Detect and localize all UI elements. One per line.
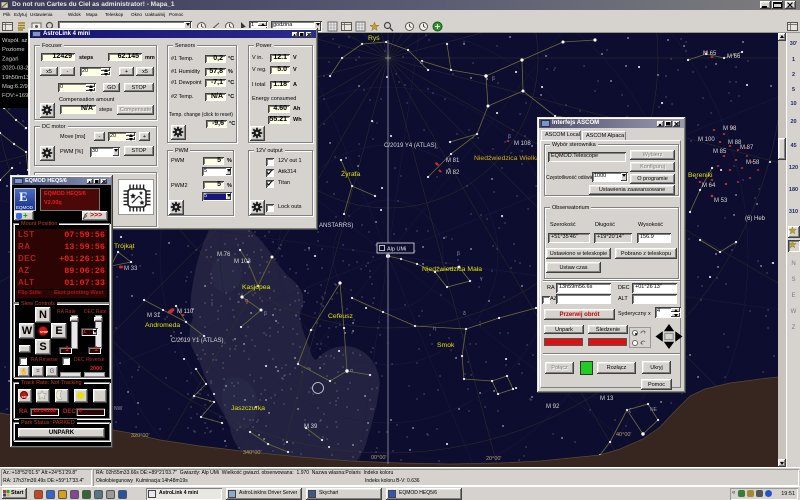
svg-text:δ: δ [463,311,466,317]
svg-text:ANSTARRS): ANSTARRS) [319,223,353,229]
svg-text:M 76: M 76 [217,252,231,258]
svg-text:Smok: Smok [437,342,455,349]
svg-text:C/2019 Y4 (ATLAS): C/2019 Y4 (ATLAS) [384,143,436,149]
svg-text:M 39: M 39 [304,424,318,430]
svg-text:Współ. az: Współ. az [2,38,28,44]
svg-text:Ryś: Ryś [368,35,380,42]
svg-text:M 13: M 13 [600,396,614,402]
svg-text:α: α [420,60,423,66]
svg-text:M 87: M 87 [740,145,754,151]
svg-text:M 66: M 66 [727,54,741,60]
svg-text:340°00': 340°00' [243,450,262,456]
svg-text:00°00': 00°00' [371,455,387,461]
svg-text:M 103: M 103 [234,259,251,265]
svg-text:Poziome: Poziome [2,47,25,53]
svg-text:β: β [492,76,495,82]
svg-text:Bereniki: Bereniki [688,172,713,179]
svg-text:Andromeda: Andromeda [145,322,180,329]
svg-text:M 31: M 31 [147,313,161,319]
svg-text:M 82: M 82 [446,170,460,176]
svg-text:NE: NE [650,407,658,413]
svg-text:M 108: M 108 [514,141,531,147]
svg-text:20°00': 20°00' [486,456,502,462]
svg-text:α: α [350,368,353,374]
svg-text:C/2019 Y1 (ATLAS): C/2019 Y1 (ATLAS) [171,338,223,344]
svg-text:Niedźwiedzica Mała: Niedźwiedzica Mała [422,266,482,273]
svg-text:Mag:6.2/9: Mag:6.2/9 [2,84,28,90]
svg-text:19h50m13: 19h50m13 [2,75,29,81]
svg-text:M 65: M 65 [703,51,717,57]
svg-text:40°00': 40°00' [616,432,632,438]
svg-text:Zagań: Zagań [2,56,18,62]
svg-text:FOV:+169: FOV:+169 [2,93,28,99]
svg-text:320°00': 320°00' [131,433,150,439]
svg-text:Jaszczurka: Jaszczurka [231,405,265,412]
svg-text:M 58: M 58 [746,160,760,166]
svg-text:NW: NW [114,406,123,412]
svg-text:Cefeusz: Cefeusz [328,313,354,320]
svg-text:M 64: M 64 [702,183,716,189]
svg-text:2020-03-2: 2020-03-2 [2,66,28,72]
svg-text:Niedźwiedzica Wielka: Niedźwiedzica Wielka [474,155,540,162]
svg-text:Alp UMi: Alp UMi [387,247,406,253]
svg-text:β: β [508,134,511,140]
svg-text:M 53: M 53 [714,198,728,204]
svg-text:M 33: M 33 [124,266,138,272]
svg-text:η: η [433,326,436,332]
svg-text:α: α [245,298,248,304]
svg-text:Kasjopea: Kasjopea [242,284,271,291]
svg-text:Żyrafa: Żyrafa [341,169,360,178]
svg-text:M 85: M 85 [713,149,727,155]
svg-text:M 81: M 81 [446,158,460,164]
svg-text:(6) Heb: (6) Heb [745,216,766,222]
svg-text:M 110: M 110 [177,309,194,315]
svg-text:M 92: M 92 [546,404,560,410]
svg-text:β: β [457,251,460,257]
svg-text:M 98: M 98 [723,126,737,132]
svg-text:M 100: M 100 [698,137,715,143]
svg-text:Trójkąt: Trójkąt [114,243,135,250]
svg-text:β: β [264,311,267,317]
